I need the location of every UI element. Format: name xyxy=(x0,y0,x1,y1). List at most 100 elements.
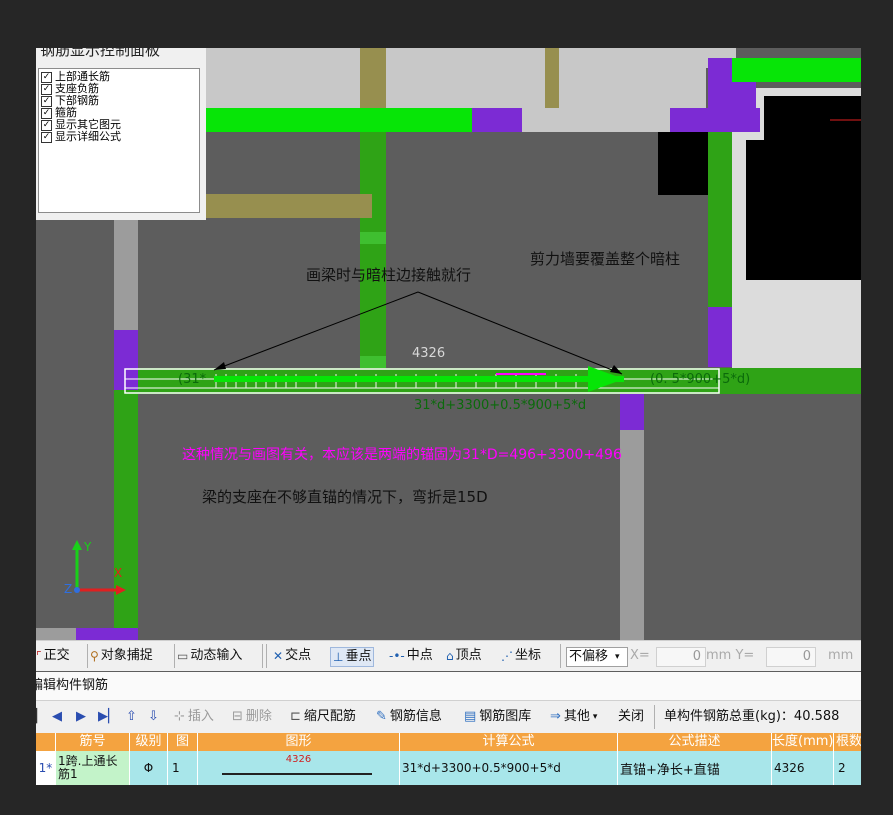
checkbox[interactable]: ✓ xyxy=(41,95,52,107)
checkbox[interactable]: ✓ xyxy=(41,119,52,131)
other-label: 其他 xyxy=(563,709,590,724)
dynamic-input-label: 动态输入 xyxy=(190,648,243,663)
editor-title: 编辑构件钢筋 xyxy=(36,678,109,693)
separator xyxy=(266,644,267,668)
annotation-contact: 画梁时与暗柱边接触就行 xyxy=(306,266,472,284)
nav-first-icon[interactable]: ▏ xyxy=(36,708,46,726)
close-button[interactable]: 关闭 xyxy=(618,708,644,726)
ortho-label: 正交 xyxy=(43,648,70,663)
coordinate-icon: ⋰ xyxy=(501,649,513,663)
y-label: mm Y= xyxy=(706,648,755,663)
row-marker[interactable]: 1* xyxy=(36,751,56,785)
rebar-library-button[interactable]: ▤ 钢筋图库 xyxy=(464,708,531,726)
move-up-icon[interactable]: ⇧ xyxy=(126,708,137,726)
axis-z-label: Z xyxy=(64,582,73,596)
beam-length-label: 4326 xyxy=(412,346,446,361)
dynamic-input-icon: ▭ xyxy=(177,649,189,663)
rebar-toolbar: ▏ ◀ ▶ ▶▏ ⇧ ⇩ ⊹ 插入 ⊟ 删除 ⊏ 缩尺配筋 ✎ 钢筋信息 ▤ 钢筋图库 ⇒… xyxy=(36,701,861,734)
perpendicular-label: 垂点 xyxy=(345,649,372,664)
unit-label: mm xyxy=(828,648,854,663)
intersection-label: 交点 xyxy=(285,648,312,663)
insert-button[interactable]: ⊹ 插入 xyxy=(174,708,214,726)
x-label: X= xyxy=(630,648,650,663)
delete-icon: ⊟ xyxy=(232,709,243,724)
delete-label: 删除 xyxy=(245,709,272,724)
midpoint-label: 中点 xyxy=(406,648,433,663)
scale-button[interactable]: ⊏ 缩尺配筋 xyxy=(290,708,356,726)
vertex-icon: ⌂ xyxy=(446,649,454,663)
checkbox[interactable]: ✓ xyxy=(41,83,52,95)
cell-formula[interactable]: 31*d+3300+0.5*900+5*d xyxy=(400,751,618,785)
perpendicular-button[interactable]: ⊥ 垂点 xyxy=(330,647,375,667)
header-grade[interactable]: 级别 xyxy=(130,733,168,751)
insert-label: 插入 xyxy=(187,709,214,724)
rebar-bar xyxy=(214,376,624,382)
vertex-button[interactable]: ⌂ 顶点 xyxy=(446,647,482,665)
nav-last-icon[interactable]: ▶▏ xyxy=(98,708,118,726)
other-icon: ⇒ xyxy=(550,709,561,724)
note-magenta: 这种情况与画图有关，本应该是两端的锚固为31*D=496+3300+496 xyxy=(182,447,622,463)
object-snap-button[interactable]: ⚲ 对象捕捉 xyxy=(90,647,153,665)
beam-right-label: (0. 5*900+5*d) xyxy=(650,372,751,387)
move-down-icon[interactable]: ⇩ xyxy=(148,708,159,726)
nav-prev-icon[interactable]: ◀ xyxy=(52,708,62,726)
y-input[interactable]: 0 xyxy=(766,647,816,667)
checkbox[interactable]: ✓ xyxy=(41,131,52,143)
coordinate-button[interactable]: ⋰ 坐标 xyxy=(501,647,541,665)
separator xyxy=(560,644,561,668)
intersection-button[interactable]: ✕ 交点 xyxy=(273,647,311,665)
cell-desc[interactable]: 直锚+净长+直锚 xyxy=(618,751,772,785)
leader-line-right xyxy=(417,291,623,375)
panel-option[interactable]: ✓ 显示详细公式 xyxy=(41,131,199,143)
delete-button[interactable]: ⊟ 删除 xyxy=(232,708,272,726)
header-shape[interactable]: 图形 xyxy=(198,733,400,751)
cell-bar-no[interactable]: 1跨.上通长筋1 xyxy=(56,751,130,785)
checkbox[interactable]: ✓ xyxy=(41,71,52,83)
header-bar-no[interactable]: 筋号 xyxy=(56,733,130,751)
midpoint-button[interactable]: -•- 中点 xyxy=(389,647,433,665)
separator xyxy=(174,644,175,668)
panel-option-label: 显示详细公式 xyxy=(55,130,121,143)
info-icon: ✎ xyxy=(376,709,387,724)
intersection-icon: ✕ xyxy=(273,649,284,663)
panel-checklist: ✓ 上部通长筋 ✓ 支座负筋 ✓ 下部钢筋 ✓ 箍筋 ✓ 显示其它图元 ✓ 显示详细公式 xyxy=(38,68,200,213)
beam-left-label: (31* xyxy=(178,372,207,387)
cell-grade[interactable]: Φ xyxy=(130,751,168,785)
rebar-info-label: 钢筋信息 xyxy=(389,709,442,724)
header-formula[interactable]: 计算公式 xyxy=(400,733,618,751)
x-input[interactable]: 0 xyxy=(656,647,706,667)
rebar-display-panel: 钢筋显示控制面板 ✓ 上部通长筋 ✓ 支座负筋 ✓ 下部钢筋 ✓ 箍筋 ✓ 显示其它图元 ✓ 显示详细… xyxy=(36,48,206,220)
drawing-window: 画梁时与暗柱边接触就行 剪力墙要覆盖整个暗柱 4326 (31* (0. 5*9… xyxy=(36,48,861,785)
axis-x-arrow xyxy=(116,585,126,595)
header-count[interactable]: 根数 xyxy=(834,733,861,751)
ortho-button[interactable]: ⌜ 正交 xyxy=(36,647,70,665)
axis-y-arrow xyxy=(72,540,82,550)
header-desc[interactable]: 公式描述 xyxy=(618,733,772,751)
nav-next-icon[interactable]: ▶ xyxy=(76,708,86,726)
header-fig[interactable]: 图 xyxy=(168,733,198,751)
snap-icon: ⚲ xyxy=(90,649,99,663)
other-button[interactable]: ⇒ 其他 ▾ xyxy=(550,708,597,726)
cell-shape[interactable]: 4326 xyxy=(198,751,400,785)
axis-x-label: X xyxy=(114,566,123,580)
offset-select[interactable]: 不偏移 ▾ xyxy=(566,647,628,667)
scale-label: 缩尺配筋 xyxy=(303,709,356,724)
rebar-table: 筋号 级别 图 图形 计算公式 公式描述 长度(mm) 根数 1* 1跨.上通长… xyxy=(36,733,861,785)
rebar-info-button[interactable]: ✎ 钢筋信息 xyxy=(376,708,442,726)
drawing-canvas[interactable]: 画梁时与暗柱边接触就行 剪力墙要覆盖整个暗柱 4326 (31* (0. 5*9… xyxy=(36,48,861,640)
library-icon: ▤ xyxy=(464,709,477,724)
chevron-down-icon: ▾ xyxy=(592,712,598,722)
separator xyxy=(87,644,88,668)
shape-line xyxy=(222,773,372,775)
cell-length[interactable]: 4326 xyxy=(772,751,834,785)
chevron-down-icon: ▾ xyxy=(615,652,620,662)
annotation-wall: 剪力墙要覆盖整个暗柱 xyxy=(530,250,681,268)
total-weight: 单构件钢筋总重(kg)：40.588 xyxy=(664,709,840,724)
checkbox[interactable]: ✓ xyxy=(41,107,52,119)
cell-count[interactable]: 2 xyxy=(834,751,861,785)
cell-fig[interactable]: 1 xyxy=(168,751,198,785)
header-blank xyxy=(36,733,56,751)
header-length[interactable]: 长度(mm) xyxy=(772,733,834,751)
dynamic-input-button[interactable]: ▭ 动态输入 xyxy=(177,647,242,665)
ortho-icon: ⌜ xyxy=(36,649,42,663)
